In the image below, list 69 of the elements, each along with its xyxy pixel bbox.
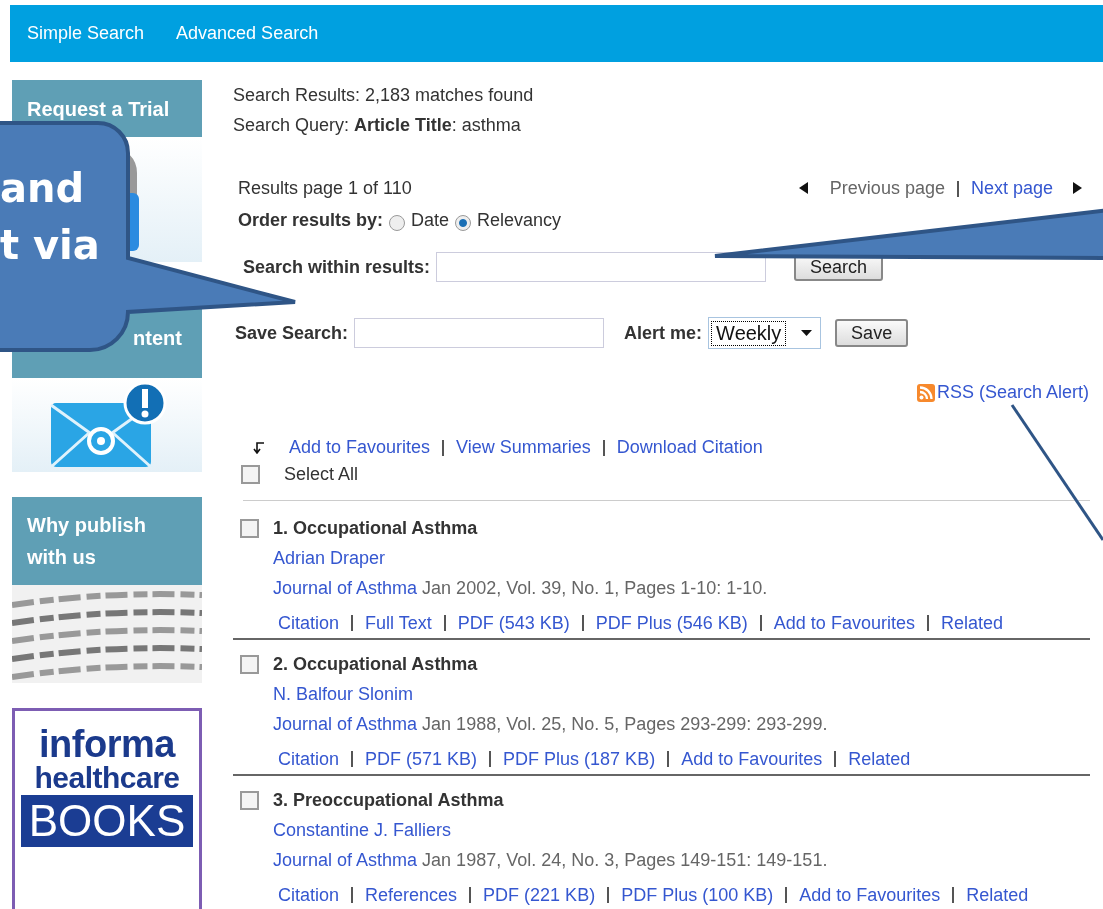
author-link[interactable]: N. Balfour Slonim xyxy=(273,684,414,704)
result-link[interactable]: References xyxy=(365,884,458,906)
save-search-field[interactable] xyxy=(354,318,605,348)
search-within-label: Search within results: xyxy=(243,256,431,278)
envelope-icon xyxy=(47,381,167,469)
caret-icon xyxy=(801,330,813,336)
checkbox[interactable] xyxy=(240,518,259,538)
results-count: Search Results: 2,183 matches found xyxy=(233,84,535,107)
journal-link[interactable]: Journal of Asthma xyxy=(273,578,418,598)
callout-text: t via xyxy=(0,221,100,270)
search-within-field[interactable] xyxy=(436,252,767,282)
result-title: 2. Occupational Asthma xyxy=(273,653,478,675)
logo-text: BOOKS xyxy=(20,795,194,847)
search-query: Search Query: Article Title: asthma xyxy=(233,114,522,137)
previous-icon xyxy=(798,182,808,194)
checkbox[interactable] xyxy=(240,654,259,674)
banner-title: Why publish xyxy=(27,513,147,538)
rss-icon xyxy=(916,383,935,402)
result-link[interactable]: PDF Plus (187 KB) xyxy=(503,748,656,770)
result-link[interactable]: Add to Favourites xyxy=(681,748,823,770)
save-search-label: Save Search: xyxy=(235,322,349,344)
author-link[interactable]: Constantine J. Falliers xyxy=(273,820,452,840)
radio-label: Date xyxy=(411,209,450,231)
radio-button[interactable] xyxy=(455,215,472,231)
result-link[interactable]: Citation xyxy=(278,612,340,634)
callout-text: and xyxy=(0,164,86,213)
next-icon xyxy=(1073,182,1082,194)
return-arrow-icon xyxy=(253,441,265,454)
checkbox[interactable] xyxy=(241,465,260,484)
banner-title: ntent xyxy=(132,326,183,351)
result-link[interactable]: Related xyxy=(940,612,1003,634)
result-link[interactable]: PDF (221 KB) xyxy=(483,884,596,906)
result-link[interactable]: PDF (543 KB) xyxy=(457,612,570,634)
result-link[interactable]: Citation xyxy=(278,884,340,906)
result-link[interactable]: Full Text xyxy=(365,612,432,634)
alert-label: Alert me: xyxy=(624,322,703,344)
select-all-label: Select All xyxy=(284,464,359,485)
logo-text: healthcare xyxy=(34,763,180,793)
logo-text: informa xyxy=(39,725,175,763)
result-link[interactable]: Add to Favourites xyxy=(289,437,431,458)
result-link[interactable]: Download Citation xyxy=(616,437,763,458)
result-link[interactable]: PDF Plus (100 KB) xyxy=(621,884,774,906)
result-link[interactable]: View Summaries xyxy=(456,437,591,458)
banner-title: with us xyxy=(27,545,97,570)
checkbox[interactable] xyxy=(240,790,259,810)
result-title: 3. Preoccupational Asthma xyxy=(273,789,504,811)
banner-title: Request a Trial xyxy=(27,96,171,122)
save-button[interactable]: Save xyxy=(835,319,909,347)
next-page-link[interactable]: Next page xyxy=(970,178,1053,199)
result-link[interactable]: Related xyxy=(848,748,911,770)
result-link[interactable]: PDF (571 KB) xyxy=(365,748,478,770)
result-link[interactable]: Add to Favourites xyxy=(799,884,941,906)
radio-button[interactable] xyxy=(389,215,406,231)
radio-label: Relevancy xyxy=(477,209,562,231)
result-link[interactable]: Add to Favourites xyxy=(773,612,915,634)
result-link[interactable]: PDF Plus (546 KB) xyxy=(595,612,748,634)
result-link[interactable]: Related xyxy=(966,884,1029,906)
journal-citation: Journal of Asthma Jan 1988, Vol. 25, No. 5, Pages 293-299: 293-299. xyxy=(273,713,828,736)
journal-citation: Journal of Asthma Jan 1987, Vol. 24, No. 3, Pages 149-151: 149-151. xyxy=(273,849,828,872)
result-link[interactable]: Citation xyxy=(278,748,340,770)
alert-frequency-select[interactable]: Weekly xyxy=(708,317,822,349)
journal-link[interactable]: Journal of Asthma xyxy=(273,850,418,870)
author-link[interactable]: Adrian Draper xyxy=(273,548,386,568)
order-label: Order results by: xyxy=(238,209,384,231)
rss-link[interactable]: RSS (Search Alert) xyxy=(936,382,1089,403)
page-info: Results page 1 of 110 xyxy=(238,178,412,199)
journal-link[interactable]: Journal of Asthma xyxy=(273,714,418,734)
result-title: 1. Occupational Asthma xyxy=(273,517,478,539)
journal-citation: Journal of Asthma Jan 2002, Vol. 39, No. 1, Pages 1-10: 1-10. xyxy=(273,577,768,600)
